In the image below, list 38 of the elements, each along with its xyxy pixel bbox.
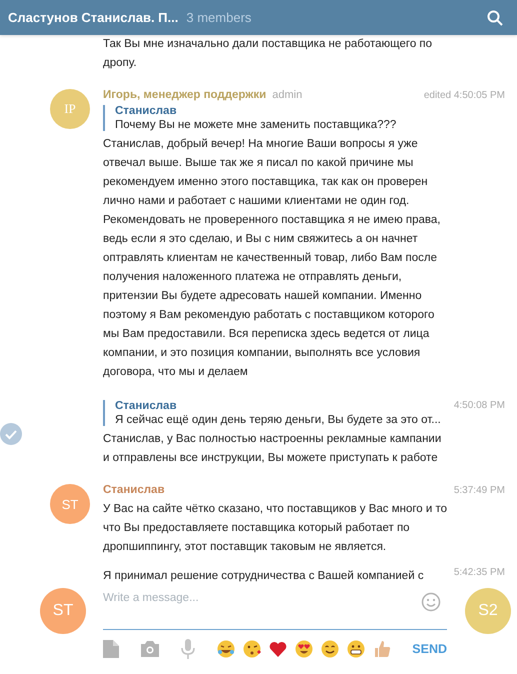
- message-time: edited 4:50:05 PM: [424, 90, 505, 101]
- author-name[interactable]: Игорь, менеджер поддержки: [103, 89, 266, 101]
- message[interactable]: Я принимал решение сотрудничества с Вашей компанией с 5:42:35 PM: [0, 567, 517, 584]
- message[interactable]: Так Вы мне изначально дали поставщика не работающего по дропу.: [0, 35, 517, 73]
- reply-text: Почему Вы не можете мне заменить поставщика???: [115, 119, 396, 131]
- grimacing-emoji-icon[interactable]: [347, 640, 365, 658]
- reply-text: Я сейчас ещё один день теряю деньги, Вы будете за это от...: [115, 414, 441, 426]
- laughing-emoji-icon[interactable]: [217, 640, 235, 658]
- thumbs-up-icon[interactable]: [373, 640, 391, 658]
- check-icon[interactable]: [0, 423, 22, 445]
- reply-quote[interactable]: Станислав Я сейчас ещё один день теряю деньги, Вы будете за это от...: [103, 400, 441, 426]
- author-name[interactable]: Станислав: [103, 484, 165, 496]
- message[interactable]: Станислав Я сейчас ещё один день теряю деньги, Вы будете за это от... 4:50:08 PM Станислав, у Вас полностью настроенны рекламные кампании и отправлены все инструкции, Вы можете приступать к работе: [0, 400, 517, 468]
- message-time: 4:50:08 PM: [454, 400, 505, 411]
- reply-author: Станислав: [115, 105, 178, 117]
- message-text: Я принимал решение сотрудничества с Вашей компанией с: [103, 569, 425, 584]
- smiling-emoji-icon[interactable]: [321, 640, 339, 658]
- avatar[interactable]: IP: [50, 89, 90, 129]
- avatar[interactable]: S2: [465, 588, 511, 634]
- search-icon[interactable]: [487, 10, 503, 26]
- admin-label: admin: [272, 89, 302, 101]
- message-time: 5:42:35 PM: [454, 567, 505, 578]
- heart-eyes-emoji-icon[interactable]: [295, 640, 313, 658]
- heart-icon[interactable]: [269, 641, 287, 657]
- message-time: 5:37:49 PM: [454, 485, 505, 496]
- message-text: Так Вы мне изначально дали поставщика не работающего по дропу.: [103, 37, 434, 71]
- message[interactable]: ST Станислав 5:37:49 PM У Вас на сайте чётко сказано, что поставщиков у Вас много и то что Вы предоставляете поставщика который работает по дропшиппингу, этот поставщик таковым не является.: [0, 484, 517, 557]
- message-text: У Вас на сайте чётко сказано, что поставщиков у Вас много и то что Вы предоставляете поставщика который работает по дропшиппингу, этот поставщик таковым не является.: [103, 502, 448, 555]
- reply-author: Станислав: [115, 400, 178, 412]
- reply-quote[interactable]: Станислав Почему Вы не можете мне заменить поставщика???: [103, 105, 396, 131]
- avatar[interactable]: ST: [50, 484, 90, 524]
- send-button[interactable]: SEND: [412, 642, 447, 656]
- message-text: Станислав, добрый вечер! На многие Ваши вопросы я уже отвечал выше. Выше так же я писал по какой причине мы рекомендуем именно этого поставщика, так как он проверен лично нами и работает с нашими клиентами не один год. Рекомендовать не проверенного поставщика я не имею права, ведь если я это сделаю, и Вы с ним свяжитесь а он начнет оптравлять клиентам не качественный товар, либо Вам после получения наложенного платежа не отправлять деньги, притензии Вы будете адресовать нашей компании. Именно поэтому я Вам рекомендую работать с поставщиком которого мы Вам предоставили. Вся переписка здесь ведется от лица компании, и это позиция компании, выполнять все условия договора, что мы и делаем: [103, 137, 442, 380]
- kissing-emoji-icon[interactable]: [243, 640, 261, 658]
- members-count: 3 members: [186, 10, 252, 25]
- message-text: Станислав, у Вас полностью настроенны рекламные кампании и отправлены все инструкции, Вы можете приступать к работе: [103, 432, 442, 466]
- chat-title: Сластунов Станислав. П...: [8, 10, 178, 25]
- avatar[interactable]: ST: [40, 588, 86, 634]
